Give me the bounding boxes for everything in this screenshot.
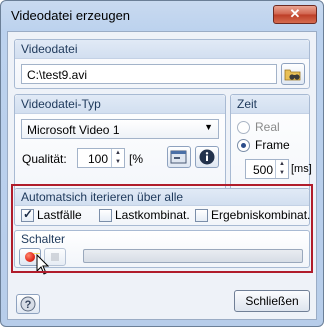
radio-frame-label: Frame	[255, 138, 290, 152]
folder-binoculars-icon	[284, 69, 301, 81]
codec-info-button[interactable]	[195, 146, 219, 168]
settings-dialog-icon	[170, 150, 187, 164]
help-icon: ?	[20, 296, 36, 312]
window-title: Videodatei erzeugen	[11, 8, 131, 23]
dialog-client-area: Videodatei C:\test9.avi Videodatei-Typ M…	[7, 31, 317, 320]
spin-down-icon: ▼	[279, 170, 285, 176]
codec-selected-value: Microsoft Video 1	[27, 123, 120, 137]
quality-value: 100	[87, 152, 108, 166]
codec-select[interactable]: Microsoft Video 1 ▼	[21, 119, 219, 139]
group-title-zeit: Zeit	[237, 97, 258, 111]
quality-label: Qualität:	[22, 152, 67, 166]
chevron-down-icon: ▼	[204, 122, 213, 132]
group-header: Zeit	[231, 95, 309, 114]
spin-down-icon: ▼	[115, 159, 121, 165]
group-header: Videodatei	[15, 40, 309, 59]
dialog-window: Videodatei erzeugen ✕ Videodatei C:\test…	[0, 0, 324, 327]
group-videodatei: Videodatei C:\test9.avi	[14, 39, 310, 89]
frame-ms-value: 500	[252, 163, 273, 177]
codec-settings-button[interactable]	[167, 146, 191, 168]
highlight-frame	[11, 184, 313, 273]
frame-ms-stepper[interactable]: 500 ▲ ▼	[245, 159, 289, 179]
radio-dot	[241, 143, 246, 148]
title-bar[interactable]: Videodatei erzeugen ✕	[1, 1, 323, 31]
svg-text:?: ?	[25, 299, 32, 311]
group-title-videotyp: Videodatei-Typ	[21, 97, 101, 111]
radio-real-label: Real	[255, 120, 280, 134]
frame-ms-spinner[interactable]: ▲ ▼	[275, 160, 288, 178]
video-path-field[interactable]: C:\test9.avi	[21, 64, 277, 84]
close-dialog-button[interactable]: Schließen	[234, 290, 310, 312]
quality-spinner[interactable]: ▲ ▼	[111, 149, 124, 167]
close-icon: ✕	[289, 6, 301, 21]
quality-stepper[interactable]: 100 ▲ ▼	[77, 148, 125, 168]
group-title-videodatei: Videodatei	[21, 42, 78, 56]
frame-ms-unit: [ms]	[291, 163, 312, 175]
radio-frame[interactable]	[237, 139, 250, 152]
window-close-button[interactable]: ✕	[273, 5, 317, 24]
group-header: Videodatei-Typ	[15, 95, 225, 114]
info-icon	[199, 149, 215, 165]
spin-up-icon: ▲	[115, 150, 121, 156]
quality-unit: [%	[129, 152, 144, 166]
browse-button[interactable]	[281, 63, 305, 85]
spin-up-icon: ▲	[279, 161, 285, 167]
help-button[interactable]: ?	[16, 294, 40, 314]
radio-real[interactable]	[237, 121, 250, 134]
